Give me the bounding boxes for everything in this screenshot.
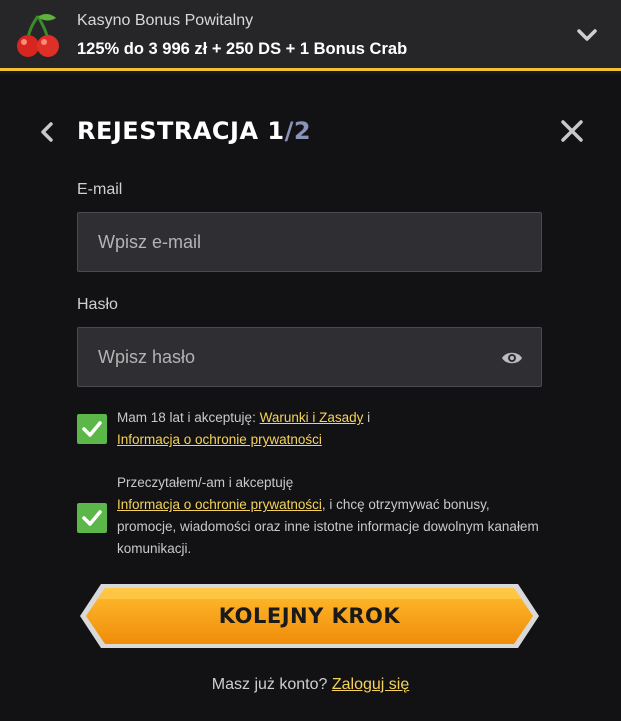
marketing-consent-checkbox[interactable] [77,503,107,533]
close-icon[interactable] [558,117,586,145]
login-prompt-text: Masz już konto? [211,676,332,693]
password-field-wrapper [77,327,542,387]
privacy-link-2[interactable]: Informacja o ochronie prywatności [117,497,322,512]
marketing-consent: Przeczytałem/-am i akceptuję Informacja o… [117,472,547,560]
privacy-link[interactable]: Informacja o ochronie prywatności [117,432,322,447]
password-field[interactable] [78,328,541,386]
eye-icon[interactable] [501,347,523,369]
step-total: 2 [293,117,312,145]
step-separator: / [284,117,294,145]
login-prompt: Masz już konto? Zaloguj się [0,676,621,694]
cherries-icon [17,14,59,57]
banner-offer: 125% do 3 996 zł + 250 DS + 1 Bonus Crab [77,40,408,58]
page-title: REJESTRACJA 1/2 [77,117,311,145]
checkmark-icon [82,421,102,437]
terms-link[interactable]: Warunki i Zasady [260,410,364,425]
consent1-text: Mam 18 lat i akceptuję: [117,410,260,425]
chevron-down-icon[interactable] [572,22,602,48]
title-text: REJESTRACJA 1 [77,117,285,145]
chevron-left-icon[interactable] [36,120,58,144]
consent1-mid: i [363,410,371,425]
consent2-text: Przeczytałem/-am i akceptuję [117,475,294,490]
age-terms-consent: Mam 18 lat i akceptuję: Warunki i Zasady… [117,407,547,451]
banner-title: Kasyno Bonus Powitalny [77,12,254,29]
email-field[interactable] [78,213,541,271]
email-label: E-mail [77,181,123,198]
next-step-label: KOLEJNY KROK [218,604,401,628]
next-step-button[interactable]: KOLEJNY KROK [79,583,540,649]
bonus-banner[interactable]: Kasyno Bonus Powitalny 125% do 3 996 zł … [0,0,621,71]
password-label: Hasło [77,296,118,313]
login-link[interactable]: Zaloguj się [332,676,409,693]
email-field-wrapper [77,212,542,272]
age-terms-checkbox[interactable] [77,414,107,444]
checkmark-icon [82,510,102,526]
